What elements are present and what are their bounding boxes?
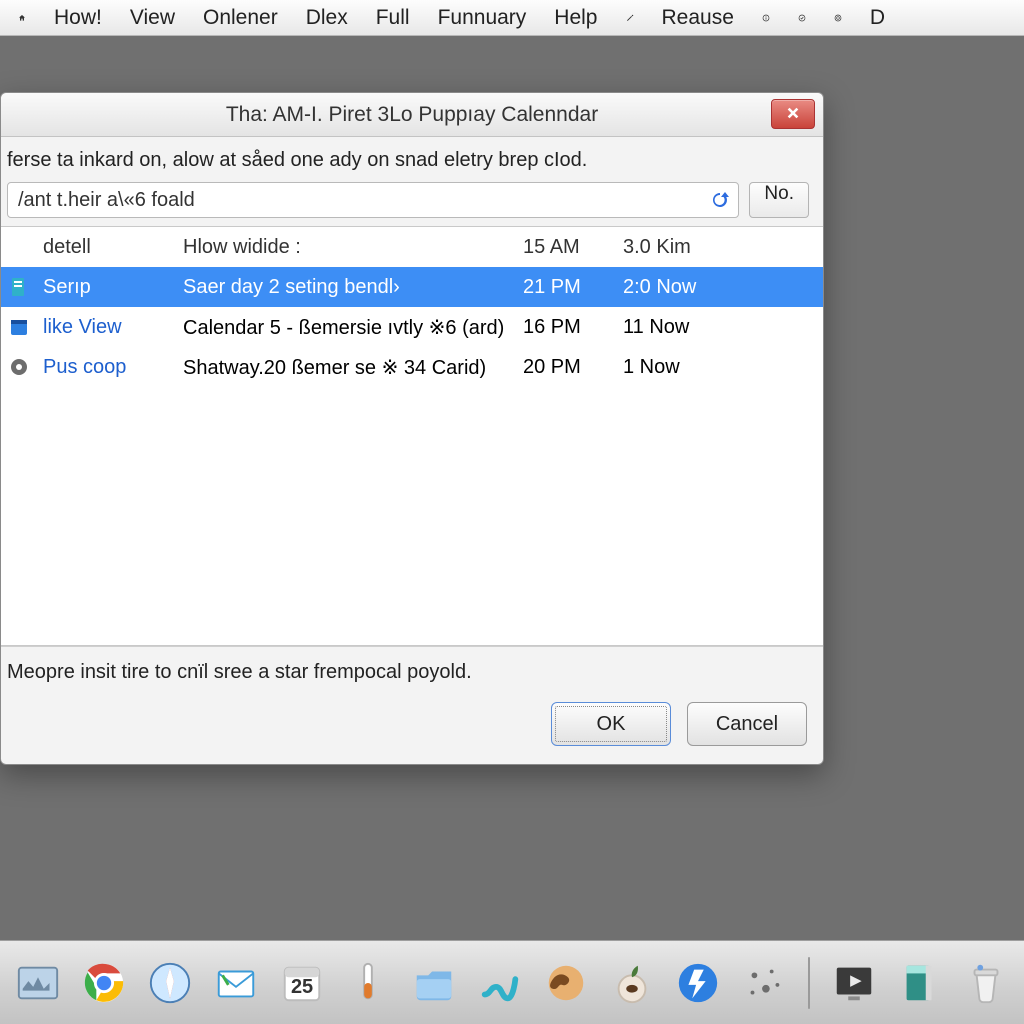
col-detell[interactable]: detell [43,236,183,259]
list-header: detell Hlow widide : 15 AM 3.0 Kim [1,227,823,267]
dialog-hint: Meopre insit tire to cnïl sree a star fr… [1,646,823,690]
dock: 25 [0,940,1024,1024]
row-time: 21 PM [523,276,623,299]
ok-button[interactable]: OK [551,702,671,746]
document-icon [7,275,31,299]
row-time: 16 PM [523,316,623,339]
row-detail: Shatway.20 ßemer se ﻿※ 34 Carid) [183,355,523,380]
cancel-button[interactable]: Cancel [687,702,807,746]
dialog-description: ferse ta inkard on, alow at såed one ady… [7,149,809,172]
menu-reause[interactable]: Reause [652,4,744,32]
menu-onlener[interactable]: Onlener [193,4,288,32]
menu-full[interactable]: Full [366,4,420,32]
close-button[interactable] [771,99,815,129]
menu-help[interactable]: Help [544,4,607,32]
row-name: Pus coop [43,356,183,379]
dock-panel-icon[interactable] [12,954,64,1012]
menu-view[interactable]: View [120,4,185,32]
dock-book-icon[interactable] [894,954,946,1012]
calendar-dialog: Tha: AM-I. Piret 3Lo Puppıay Calenndar f… [0,92,824,765]
dock-separator [808,957,810,1009]
refresh-icon[interactable] [708,188,732,212]
menu-funnuary[interactable]: Funnuary [428,4,537,32]
menu-d[interactable]: D [860,4,895,32]
desktop: Tha: AM-I. Piret 3Lo Puppıay Calenndar f… [0,36,1024,940]
menu-dlex[interactable]: Dlex [296,4,358,32]
row-extra: 2:0 Now [623,276,743,299]
pencil-icon[interactable] [616,5,644,31]
col-time[interactable]: 15 AM [523,236,623,259]
target-icon[interactable] [824,5,852,31]
row-name: Serıp [43,276,183,299]
row-name: like View [43,316,183,339]
row-extra: 11 Now [623,316,743,339]
gear-icon [7,355,31,379]
dock-play-icon[interactable] [828,954,880,1012]
dock-mail-icon[interactable] [210,954,262,1012]
check-circle-icon[interactable] [788,5,816,31]
calendar-icon [7,315,31,339]
search-input[interactable]: /ant t.heir a\«6 foald [7,182,739,218]
window-title: Tha: AM-I. Piret 3Lo Puppıay Calenndar [226,103,598,127]
list-row[interactable]: like View Calendar 5 - ßemersie ıvtly ※6… [1,307,823,347]
info-icon[interactable] [752,5,780,31]
dock-compass-icon[interactable] [144,954,196,1012]
row-detail: Calendar 5 - ßemersie ıvtly ※6 (ard) [183,315,523,340]
dock-trash-icon[interactable] [960,954,1012,1012]
dock-flash-icon[interactable] [672,954,724,1012]
row-extra: 1 Now [623,356,743,379]
menu-how[interactable]: How! [44,4,112,32]
list-row[interactable]: Serıp Saer day 2 seting bendl› 21 PM 2:0… [1,267,823,307]
dock-chrome-icon[interactable] [78,954,130,1012]
dock-seed-icon[interactable] [606,954,658,1012]
row-time: 20 PM [523,356,623,379]
titlebar[interactable]: Tha: AM-I. Piret 3Lo Puppıay Calenndar [1,93,823,137]
dock-wave-icon[interactable] [474,954,526,1012]
dock-sparkle-icon[interactable] [738,954,790,1012]
search-value: /ant t.heir a\«6 foald [18,189,708,212]
col-extra[interactable]: 3.0 Kim [623,236,743,259]
row-detail: Saer day 2 seting bendl› [183,276,523,299]
dock-calendar-icon[interactable]: 25 [276,954,328,1012]
dock-tube-icon[interactable] [342,954,394,1012]
dock-calendar-day: 25 [291,976,313,999]
dock-folder-icon[interactable] [408,954,460,1012]
col-howwidide[interactable]: Hlow widide : [183,236,523,259]
dock-globe-icon[interactable] [540,954,592,1012]
results-list: detell Hlow widide : 15 AM 3.0 Kim Serıp… [1,226,823,646]
menubar: How! View Onlener Dlex Full Funnuary Hel… [0,0,1024,36]
no-button[interactable]: No. [749,182,809,218]
list-row[interactable]: Pus coop Shatway.20 ßemer se ﻿※ 34 Carid… [1,347,823,387]
close-icon [786,102,800,126]
home-icon[interactable] [8,5,36,31]
